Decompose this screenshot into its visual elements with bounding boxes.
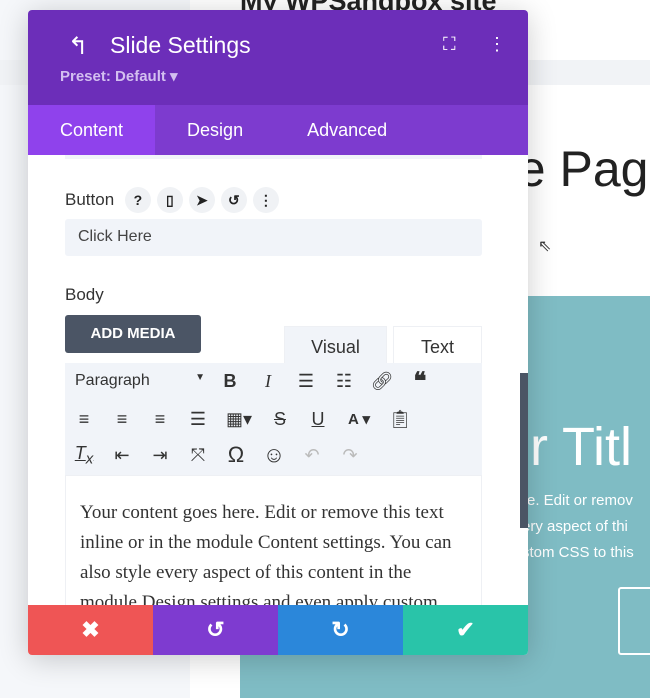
more-options-icon[interactable]: ⋮ (488, 34, 506, 55)
hover-cursor-icon[interactable]: ➤ (188, 187, 215, 213)
cancel-button[interactable]: ✖ (28, 605, 153, 655)
body-label: Body (65, 285, 104, 304)
redo-button[interactable]: ↻ (278, 605, 403, 655)
undo-icon[interactable]: ↶ (293, 445, 331, 466)
align-center-icon[interactable]: ≡ (103, 409, 141, 430)
clear-formatting-icon[interactable]: Tx (65, 443, 103, 468)
align-right-icon[interactable]: ≡ (141, 409, 179, 430)
link-icon[interactable]: 🔗︎ (363, 371, 401, 392)
justify-icon[interactable]: ☰ (179, 409, 217, 430)
blockquote-icon[interactable]: ❝ (401, 367, 439, 396)
scrollbar[interactable] (520, 373, 528, 528)
tab-advanced[interactable]: Advanced (275, 105, 419, 155)
tab-text[interactable]: Text (393, 326, 482, 364)
indent-icon[interactable]: ⇥ (141, 445, 179, 466)
settings-panel: ↰ Slide Settings Preset: Default ▾ ⛶ ⋮ C… (28, 10, 528, 655)
numbered-list-icon[interactable]: ☷ (325, 371, 363, 392)
mouse-cursor-icon: ⇖ (538, 238, 552, 255)
back-icon[interactable]: ↰ (68, 32, 88, 61)
table-icon[interactable]: ▦▾ (217, 409, 261, 430)
align-left-icon[interactable]: ≡ (65, 409, 103, 430)
special-character-icon[interactable]: Ω (217, 442, 255, 468)
add-media-button[interactable]: ADD MEDIA (65, 315, 201, 353)
italic-icon[interactable]: I (249, 371, 287, 392)
slide-button[interactable] (618, 587, 650, 655)
slide-text: re. Edit or remov ery aspect of thi stom… (522, 492, 634, 561)
tab-design[interactable]: Design (155, 105, 275, 155)
emoji-icon[interactable]: ☺ (255, 442, 293, 468)
panel-title: Slide Settings (110, 32, 251, 58)
redo-icon[interactable]: ↷ (331, 445, 369, 466)
tab-visual[interactable]: Visual (284, 326, 387, 364)
fullscreen-icon[interactable]: ⛶ (443, 34, 456, 55)
bold-icon[interactable]: B (211, 371, 249, 392)
more-icon[interactable]: ⋮ (252, 187, 279, 213)
button-field-label: Button ? ▯ ➤ ↺ ⋮ (65, 187, 279, 213)
reset-icon[interactable]: ↺ (220, 187, 247, 213)
fullscreen-editor-icon[interactable]: ⤧ (179, 445, 217, 466)
format-select[interactable]: Paragraph ▼ (65, 372, 211, 390)
panel-footer: ✖ ↺ ↻ ✔ (28, 605, 528, 655)
button-text-input[interactable]: Click Here (65, 219, 482, 256)
outdent-icon[interactable]: ⇤ (103, 445, 141, 466)
text-color-icon[interactable]: A ▾ (337, 410, 381, 428)
strikethrough-icon[interactable]: S (261, 409, 299, 430)
tab-content[interactable]: Content (28, 105, 156, 155)
panel-header: ↰ Slide Settings Preset: Default ▾ ⛶ ⋮ (28, 10, 528, 105)
paste-text-icon[interactable]: 📋︎ (381, 409, 419, 430)
underline-icon[interactable]: U (299, 409, 337, 430)
save-button[interactable]: ✔ (403, 605, 528, 655)
mobile-icon[interactable]: ▯ (156, 187, 183, 213)
help-icon[interactable]: ? (124, 187, 151, 213)
bullet-list-icon[interactable]: ☰ (287, 371, 325, 392)
panel-body: Button ? ▯ ➤ ↺ ⋮ Click Here Body ADD MEDIA V… (28, 155, 528, 605)
editor-content[interactable]: Your content goes here. Edit or remove t… (65, 475, 482, 605)
panel-tabs: Content Design Advanced (28, 105, 528, 155)
editor-toolbar: Paragraph ▼ B I ☰ ☷ 🔗︎ ❝ ≡ ≡ ≡ ☰ ▦▾ S U A… (65, 363, 482, 475)
preset-dropdown[interactable]: Preset: Default ▾ (60, 67, 178, 85)
undo-button[interactable]: ↺ (153, 605, 278, 655)
